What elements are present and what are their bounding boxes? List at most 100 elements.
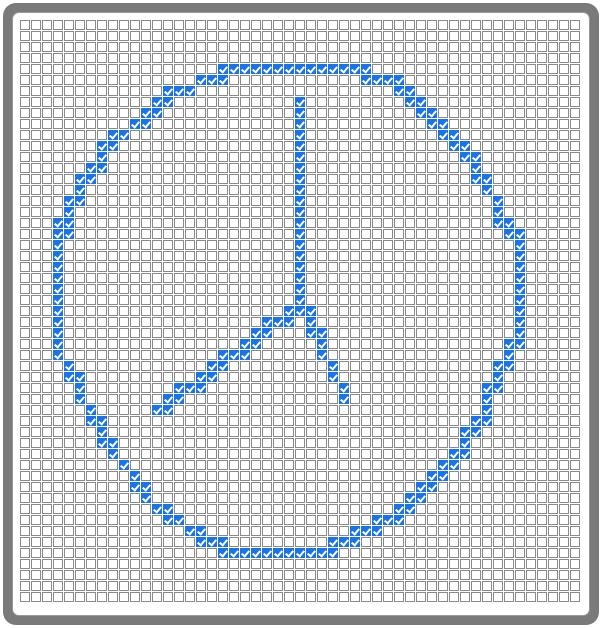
grid-checkbox[interactable]	[515, 262, 525, 272]
grid-checkbox[interactable]	[97, 328, 107, 338]
grid-checkbox[interactable]	[504, 350, 514, 360]
grid-checkbox[interactable]	[306, 119, 316, 129]
grid-checkbox[interactable]	[152, 295, 162, 305]
grid-checkbox[interactable]	[493, 273, 503, 283]
grid-checkbox[interactable]	[42, 86, 52, 96]
grid-checkbox[interactable]	[306, 141, 316, 151]
grid-checkbox[interactable]	[174, 108, 184, 118]
grid-checkbox[interactable]	[328, 229, 338, 239]
grid-checkbox[interactable]	[86, 460, 96, 470]
grid-checkbox[interactable]	[427, 570, 437, 580]
grid-checkbox[interactable]	[42, 405, 52, 415]
grid-checkbox[interactable]	[262, 372, 272, 382]
grid-checkbox[interactable]	[64, 75, 74, 85]
grid-checkbox[interactable]	[449, 317, 459, 327]
grid-checkbox[interactable]	[262, 240, 272, 250]
grid-checkbox[interactable]	[108, 317, 118, 327]
grid-checkbox[interactable]	[53, 218, 63, 228]
grid-checkbox[interactable]	[97, 42, 107, 52]
grid-checkbox[interactable]	[328, 207, 338, 217]
grid-checkbox[interactable]	[306, 394, 316, 404]
grid-checkbox[interactable]	[97, 383, 107, 393]
grid-checkbox[interactable]	[163, 328, 173, 338]
grid-checkbox[interactable]	[163, 361, 173, 371]
grid-checkbox[interactable]	[163, 229, 173, 239]
grid-checkbox[interactable]	[75, 559, 85, 569]
grid-checkbox[interactable]	[537, 86, 547, 96]
grid-checkbox[interactable]	[559, 339, 569, 349]
grid-checkbox[interactable]	[427, 86, 437, 96]
grid-checkbox[interactable]	[438, 240, 448, 250]
grid-checkbox[interactable]	[108, 284, 118, 294]
grid-checkbox[interactable]	[306, 251, 316, 261]
grid-checkbox[interactable]	[152, 515, 162, 525]
grid-checkbox[interactable]	[218, 196, 228, 206]
grid-checkbox[interactable]	[97, 229, 107, 239]
grid-checkbox[interactable]	[240, 229, 250, 239]
grid-checkbox[interactable]	[273, 75, 283, 85]
grid-checkbox[interactable]	[548, 570, 558, 580]
grid-checkbox[interactable]	[64, 141, 74, 151]
grid-checkbox[interactable]	[42, 273, 52, 283]
grid-checkbox[interactable]	[372, 141, 382, 151]
grid-checkbox[interactable]	[163, 394, 173, 404]
grid-checkbox[interactable]	[64, 207, 74, 217]
grid-checkbox[interactable]	[515, 460, 525, 470]
grid-checkbox[interactable]	[570, 383, 580, 393]
grid-checkbox[interactable]	[306, 471, 316, 481]
grid-checkbox[interactable]	[570, 592, 580, 602]
grid-checkbox[interactable]	[394, 416, 404, 426]
grid-checkbox[interactable]	[361, 427, 371, 437]
grid-checkbox[interactable]	[383, 174, 393, 184]
grid-checkbox[interactable]	[372, 119, 382, 129]
grid-checkbox[interactable]	[97, 339, 107, 349]
grid-checkbox[interactable]	[328, 460, 338, 470]
grid-checkbox[interactable]	[416, 559, 426, 569]
grid-checkbox[interactable]	[119, 163, 129, 173]
grid-checkbox[interactable]	[306, 515, 316, 525]
grid-checkbox[interactable]	[394, 515, 404, 525]
grid-checkbox[interactable]	[526, 537, 536, 547]
grid-checkbox[interactable]	[394, 251, 404, 261]
grid-checkbox[interactable]	[185, 64, 195, 74]
grid-checkbox[interactable]	[86, 130, 96, 140]
grid-checkbox[interactable]	[273, 306, 283, 316]
grid-checkbox[interactable]	[339, 383, 349, 393]
grid-checkbox[interactable]	[207, 471, 217, 481]
grid-checkbox[interactable]	[108, 108, 118, 118]
grid-checkbox[interactable]	[284, 515, 294, 525]
grid-checkbox[interactable]	[240, 240, 250, 250]
grid-checkbox[interactable]	[196, 306, 206, 316]
grid-checkbox[interactable]	[251, 207, 261, 217]
grid-checkbox[interactable]	[361, 240, 371, 250]
grid-checkbox[interactable]	[20, 174, 30, 184]
grid-checkbox[interactable]	[163, 262, 173, 272]
grid-checkbox[interactable]	[240, 482, 250, 492]
grid-checkbox[interactable]	[196, 108, 206, 118]
grid-checkbox[interactable]	[504, 86, 514, 96]
grid-checkbox[interactable]	[482, 97, 492, 107]
grid-checkbox[interactable]	[251, 240, 261, 250]
grid-checkbox[interactable]	[438, 581, 448, 591]
grid-checkbox[interactable]	[53, 251, 63, 261]
grid-checkbox[interactable]	[251, 251, 261, 261]
grid-checkbox[interactable]	[295, 273, 305, 283]
grid-checkbox[interactable]	[361, 141, 371, 151]
grid-checkbox[interactable]	[317, 31, 327, 41]
grid-checkbox[interactable]	[196, 372, 206, 382]
grid-checkbox[interactable]	[350, 526, 360, 536]
grid-checkbox[interactable]	[383, 372, 393, 382]
grid-checkbox[interactable]	[284, 75, 294, 85]
grid-checkbox[interactable]	[273, 537, 283, 547]
grid-checkbox[interactable]	[130, 42, 140, 52]
grid-checkbox[interactable]	[273, 119, 283, 129]
grid-checkbox[interactable]	[229, 97, 239, 107]
grid-checkbox[interactable]	[438, 482, 448, 492]
grid-checkbox[interactable]	[196, 548, 206, 558]
grid-checkbox[interactable]	[174, 317, 184, 327]
grid-checkbox[interactable]	[405, 504, 415, 514]
grid-checkbox[interactable]	[449, 174, 459, 184]
grid-checkbox[interactable]	[20, 218, 30, 228]
grid-checkbox[interactable]	[361, 86, 371, 96]
grid-checkbox[interactable]	[163, 592, 173, 602]
